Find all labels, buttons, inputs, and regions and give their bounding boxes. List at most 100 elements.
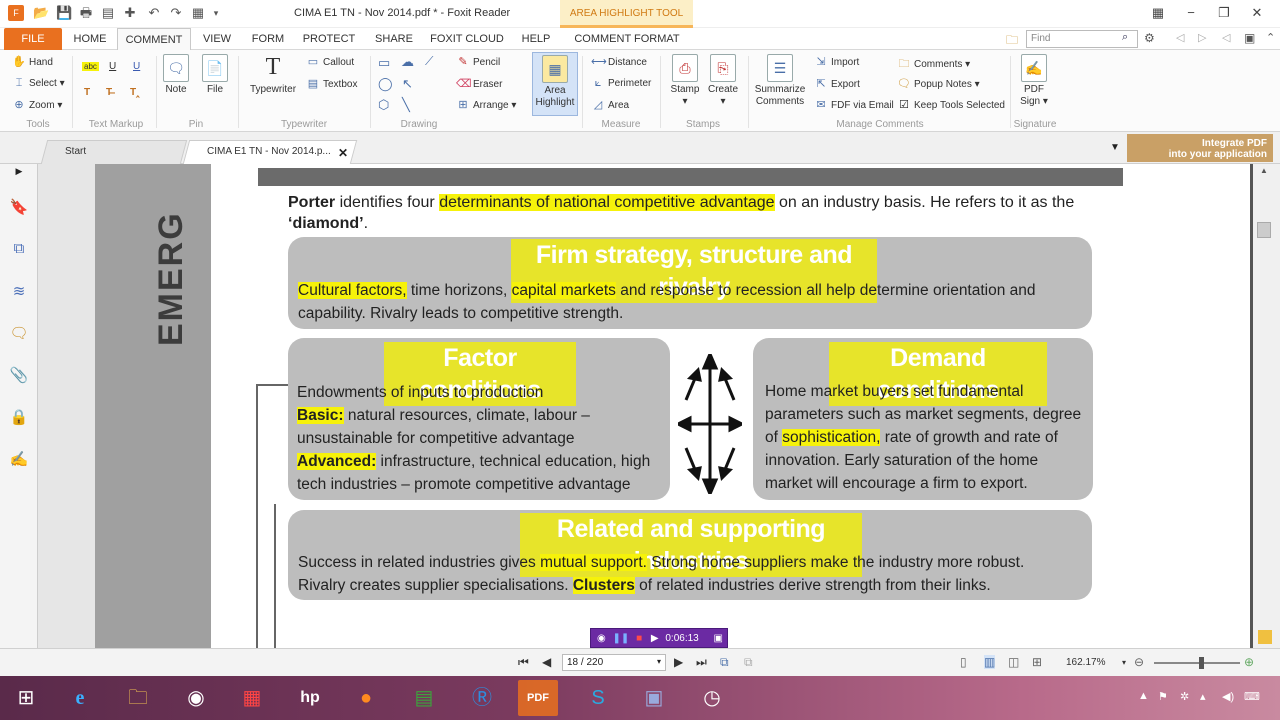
hand-tool-button[interactable]: ✋ Hand — [12, 55, 53, 68]
tab-foxit-cloud[interactable]: FOXIT CLOUD — [428, 28, 506, 50]
gear-icon[interactable]: ⚙ — [1144, 31, 1155, 45]
expand-panel-icon[interactable]: ▶ — [9, 166, 29, 186]
eraser-button[interactable]: ⌫Eraser — [456, 77, 502, 90]
flag-icon[interactable]: ⚑ — [1158, 690, 1168, 703]
quick-access-dropdown-icon[interactable]: ▾ — [208, 5, 224, 21]
tab-comment[interactable]: COMMENT — [117, 28, 191, 50]
select-tool-button[interactable]: ⌶ Select ▾ — [12, 77, 65, 90]
squiggly-button[interactable]: U — [133, 61, 140, 72]
ribbon-layout-icon[interactable]: ▦ — [1147, 4, 1169, 22]
close-button[interactable]: ✕ — [1246, 4, 1268, 22]
highlight-text-button[interactable]: abc — [82, 62, 99, 71]
replace-text-button[interactable]: T̶ — [106, 87, 112, 98]
undo-icon[interactable]: ↶ — [146, 5, 162, 21]
previous-page-icon[interactable]: ◀ — [542, 655, 551, 669]
bookmark-icon[interactable]: 🔖 — [9, 198, 29, 218]
zoom-slider-thumb[interactable] — [1199, 657, 1204, 669]
zoom-out-icon[interactable]: ⊖ — [1134, 655, 1144, 669]
stop-icon[interactable]: ■ — [636, 633, 642, 644]
scroll-up-icon[interactable]: ▲ — [1260, 166, 1268, 175]
close-tab-icon[interactable]: ✕ — [338, 146, 348, 160]
find-folder-icon[interactable]: 🗀 — [1006, 31, 1018, 52]
photos-app-icon[interactable]: ▦ — [232, 680, 272, 716]
file-explorer-icon[interactable]: 🗀 — [118, 680, 158, 716]
zoom-in-icon[interactable]: ⊕ — [1244, 655, 1254, 669]
save-icon[interactable]: 💾 — [56, 5, 72, 21]
cloud-icon[interactable]: ☁ — [401, 54, 414, 70]
single-page-icon[interactable]: ▯ — [960, 655, 967, 669]
document-view[interactable]: EMERG Porter identifies four determinant… — [38, 164, 1250, 648]
perimeter-button[interactable]: ⟀ Perimeter — [591, 77, 652, 90]
tab-protect[interactable]: PROTECT — [298, 28, 360, 50]
r-app-icon[interactable]: Ⓡ — [462, 680, 502, 716]
underline-button[interactable]: U — [109, 61, 116, 72]
continuous-page-icon[interactable]: ▥ — [984, 655, 996, 669]
redo-icon[interactable]: ↷ — [168, 5, 184, 21]
print-icon[interactable]: 🖶 — [78, 5, 94, 21]
customize-icon[interactable]: ▦ — [190, 5, 206, 21]
first-page-icon[interactable]: ⏮ — [518, 655, 529, 670]
textbox-button[interactable]: ▤ Textbox — [306, 77, 358, 90]
popup-notes-dropdown[interactable]: 🗨 Popup Notes ▾ — [897, 77, 980, 90]
next-page-icon[interactable]: ▶ — [674, 655, 683, 669]
area-measure-button[interactable]: ◿ Area — [591, 98, 629, 111]
zoom-tool-button[interactable]: ⊕ Zoom ▾ — [12, 98, 62, 111]
next-view-icon[interactable]: ⧉ — [744, 655, 753, 670]
play-icon[interactable]: ▶ — [651, 633, 659, 644]
security-lock-icon[interactable]: 🔒 — [9, 408, 29, 428]
back-icon[interactable]: ◁ — [1176, 31, 1184, 44]
arrange-button[interactable]: ⊞ Arrange ▾ — [456, 98, 516, 111]
pencil-button[interactable]: ✎ Pencil — [456, 55, 500, 68]
tab-current-document[interactable]: CIMA E1 TN - Nov 2014.p... — [182, 140, 358, 164]
note-button[interactable]: 🗨 Note — [161, 54, 191, 96]
clock-app-icon[interactable]: ◷ — [692, 680, 732, 716]
control-panel-icon[interactable]: ▣ — [634, 680, 674, 716]
last-page-icon[interactable]: ⏭ — [696, 655, 707, 670]
area-highlight-button[interactable]: ▦ Area Highlight — [532, 52, 578, 116]
polyline-icon[interactable]: ⟋ — [425, 54, 433, 69]
pause-icon[interactable]: ❚❚ — [613, 633, 630, 644]
tab-help[interactable]: HELP — [514, 28, 558, 50]
create-stamp-button[interactable]: ⎘ Create ▾ — [706, 54, 740, 108]
properties-icon[interactable]: ▤ — [100, 5, 116, 21]
page-dropdown-icon[interactable]: ▾ — [657, 657, 661, 666]
pages-icon[interactable]: ⧉ — [9, 240, 29, 260]
import-button[interactable]: ⇲ Import — [814, 55, 859, 68]
internet-explorer-icon[interactable]: e — [60, 680, 100, 716]
tab-home[interactable]: HOME — [66, 28, 114, 50]
comments-dropdown[interactable]: 🗀 Comments ▾ — [897, 55, 971, 74]
tab-start[interactable]: Start — [40, 140, 188, 164]
pdf-sign-button[interactable]: ✍ PDF Sign ▾ — [1016, 54, 1052, 108]
screen-recorder-bar[interactable]: ◉ ❚❚ ■ ▶ 0:06:13 ▣ — [590, 628, 728, 648]
collapse-ribbon-icon[interactable]: ⌃ — [1266, 31, 1275, 44]
stamp-button[interactable]: ⎙ Stamp ▾ — [668, 54, 702, 108]
callout-button[interactable]: ▭ Callout — [306, 55, 354, 68]
skype-icon[interactable]: S — [578, 680, 618, 716]
keyboard-icon[interactable]: ⌨ — [1244, 690, 1260, 703]
tab-list-dropdown-icon[interactable]: ▼ — [1110, 142, 1120, 153]
typewriter-button[interactable]: T Typewriter — [246, 54, 300, 96]
wifi-icon[interactable]: ▴ — [1200, 690, 1206, 703]
nav-icon[interactable]: ◁ — [1222, 31, 1230, 44]
arrow-icon[interactable]: ↖ — [402, 76, 413, 92]
previous-view-icon[interactable]: ⧉ — [720, 655, 729, 670]
tray-expand-icon[interactable]: ▲ — [1138, 690, 1149, 702]
zoom-dropdown-icon[interactable]: ▾ — [1122, 658, 1126, 667]
rectangle-icon[interactable]: ▭ — [378, 55, 390, 71]
camera-app-icon[interactable]: ◉ — [176, 680, 216, 716]
layers-icon[interactable]: ≋ — [9, 282, 29, 302]
store-icon[interactable]: ▤ — [404, 680, 444, 716]
oval-icon[interactable]: ◯ — [378, 76, 393, 92]
scroll-down-icon[interactable] — [1258, 630, 1272, 644]
volume-icon[interactable]: ◀) — [1222, 690, 1234, 703]
foxit-reader-taskbar-icon[interactable]: PDF — [518, 680, 558, 716]
strikeout-button[interactable]: T — [84, 87, 90, 98]
attachment-icon[interactable]: 📎 — [9, 366, 29, 386]
tab-share[interactable]: SHARE — [366, 28, 422, 50]
tab-view[interactable]: VIEW — [196, 28, 238, 50]
signature-panel-icon[interactable]: ✍ — [9, 450, 29, 470]
tab-file[interactable]: FILE — [4, 28, 62, 50]
summarize-comments-button[interactable]: ☰ Summarize Comments — [752, 54, 808, 108]
zoom-slider[interactable] — [1154, 662, 1240, 664]
tab-comment-format[interactable]: COMMENT FORMAT — [566, 28, 688, 50]
